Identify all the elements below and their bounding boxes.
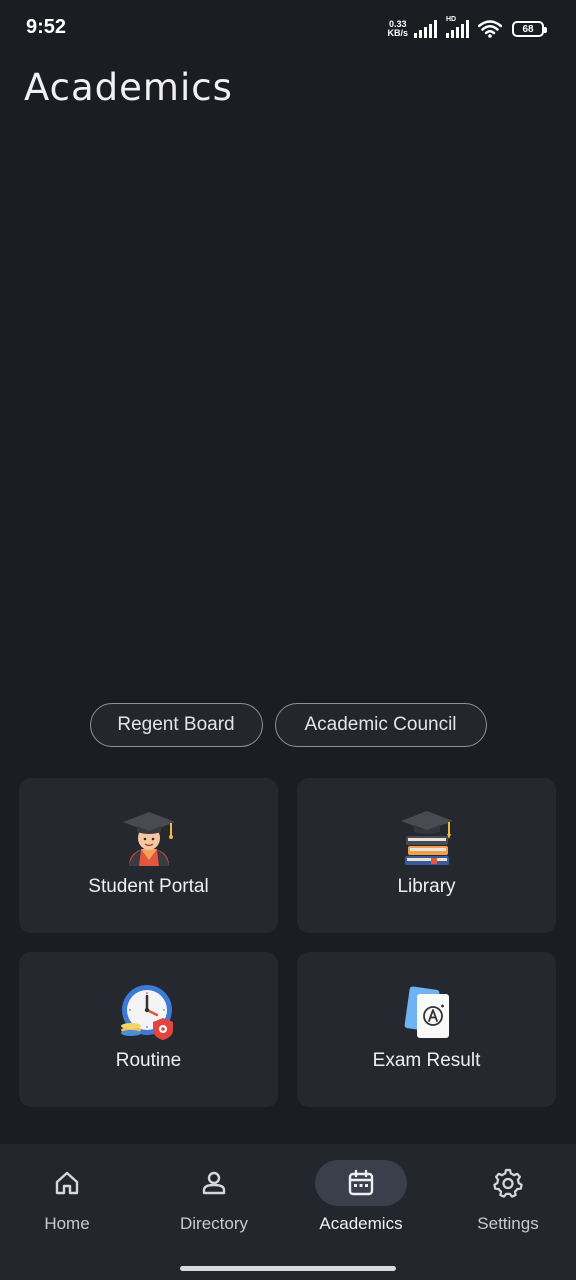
nav-item-home[interactable]: Home [2, 1160, 132, 1234]
routine-label: Routine [115, 1050, 182, 1071]
clock-schedule-icon [119, 982, 179, 1042]
wifi-icon [478, 20, 502, 38]
person-icon [168, 1160, 260, 1206]
hd-label: HD [446, 16, 457, 23]
signal-icon [414, 20, 440, 38]
hd-signal-icon: HD [446, 16, 472, 38]
student-portal-card[interactable]: Student Portal [19, 778, 278, 933]
exam-grade-paper-icon [397, 982, 457, 1042]
home-icon [21, 1160, 113, 1206]
gear-icon [462, 1160, 554, 1206]
nav-item-directory[interactable]: Directory [149, 1160, 279, 1234]
nav-item-academics[interactable]: Academics [296, 1160, 426, 1234]
nav-label-directory: Directory [179, 1214, 248, 1233]
network-speed-unit: KB/s [387, 28, 408, 38]
battery-icon: 68 [512, 21, 547, 37]
nav-item-settings[interactable]: Settings [443, 1160, 573, 1234]
status-bar: 9:52 0.33 KB/s HD 68 [0, 0, 576, 56]
chip-row: Regent Board Academic Council [0, 703, 576, 747]
exam-result-label: Exam Result [372, 1050, 481, 1071]
battery-level: 68 [522, 23, 534, 35]
exam-result-card[interactable]: Exam Result [297, 952, 556, 1107]
books-graduation-cap-icon [397, 808, 457, 868]
nav-label-academics: Academics [319, 1214, 403, 1233]
page-title: Academics [24, 66, 233, 109]
academics-cards-grid: Student Portal Library Routine Exam Resu… [19, 778, 557, 1107]
library-card[interactable]: Library [297, 778, 556, 933]
status-time: 9:52 [26, 16, 67, 38]
home-indicator[interactable] [180, 1266, 396, 1271]
academics-screen: 9:52 0.33 KB/s HD 68 Academics Regent Bo… [0, 0, 576, 1280]
graduate-student-icon [119, 808, 179, 868]
regent-board-chip[interactable]: Regent Board [89, 703, 263, 747]
network-speed: 0.33 KB/s [387, 20, 408, 38]
bottom-navigation-bar: Home Directory Academics Settings [0, 1144, 576, 1280]
student-portal-label: Student Portal [88, 876, 209, 897]
nav-label-home: Home [44, 1214, 90, 1233]
library-label: Library [397, 876, 456, 897]
calendar-icon [315, 1160, 407, 1206]
academic-council-chip[interactable]: Academic Council [274, 703, 487, 747]
nav-label-settings: Settings [477, 1214, 539, 1233]
routine-card[interactable]: Routine [19, 952, 278, 1107]
status-icons: 0.33 KB/s HD 68 [387, 16, 547, 42]
